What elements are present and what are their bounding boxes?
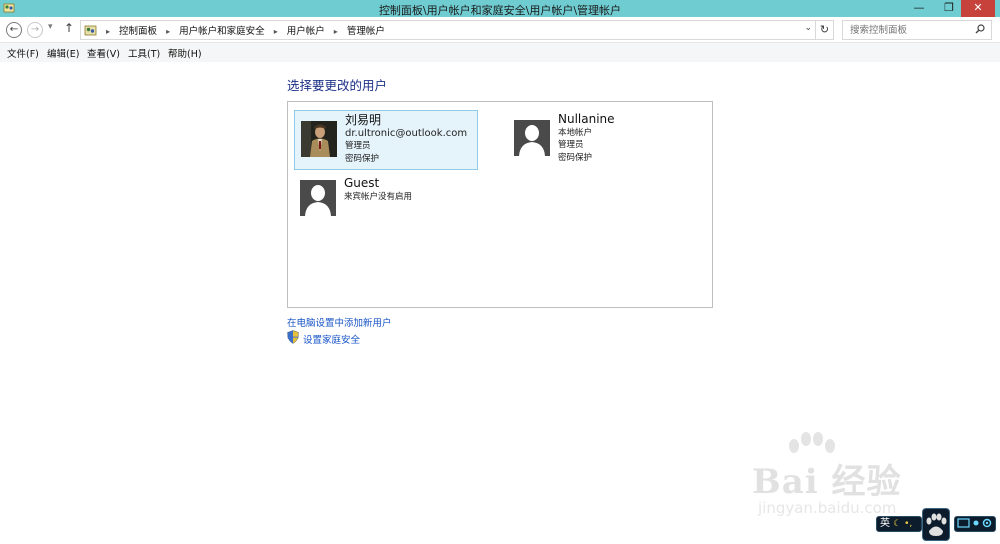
menu-view[interactable]: 查看(V) bbox=[87, 46, 120, 60]
account-status: 来宾帐户没有启用 bbox=[344, 191, 413, 202]
breadcrumb-separator[interactable]: ▸ bbox=[166, 27, 170, 36]
menu-bar: 文件(F) 编辑(E) 查看(V) 工具(T) 帮助(H) bbox=[0, 43, 1000, 62]
address-field[interactable]: ▸ 控制面板 ▸ 用户帐户和家庭安全 ▸ 用户帐户 ▸ 管理帐户 ⌄ bbox=[80, 20, 816, 40]
ime-logo[interactable] bbox=[922, 508, 950, 541]
account-email: dr.ultronic@outlook.com bbox=[345, 127, 468, 139]
menu-edit[interactable]: 编辑(E) bbox=[47, 46, 79, 60]
breadcrumb-separator: ▸ bbox=[106, 27, 111, 36]
control-panel-icon bbox=[84, 25, 97, 36]
breadcrumb-separator[interactable]: ▸ bbox=[274, 27, 278, 36]
breadcrumb-separator[interactable]: ▸ bbox=[334, 27, 338, 36]
uac-shield-icon bbox=[287, 330, 299, 344]
menu-help[interactable]: 帮助(H) bbox=[168, 46, 202, 60]
account-tile-guest[interactable]: Guest 来宾帐户没有启用 bbox=[294, 174, 478, 234]
default-user-icon bbox=[514, 120, 550, 156]
search-box[interactable] bbox=[842, 20, 992, 40]
menu-file[interactable]: 文件(F) bbox=[7, 46, 39, 60]
account-photo bbox=[300, 180, 336, 216]
address-dropdown-button[interactable]: ⌄ bbox=[804, 23, 812, 33]
account-name: 刘易明 bbox=[345, 113, 382, 127]
window-title: 控制面板\用户帐户和家庭安全\用户帐户\管理帐户 bbox=[378, 4, 622, 17]
breadcrumb-item[interactable]: 用户帐户 bbox=[287, 26, 325, 37]
account-role: 管理员 bbox=[345, 141, 371, 151]
page-heading: 选择要更改的用户 bbox=[287, 78, 388, 93]
main-content: 选择要更改的用户 刘易明 dr.ultronic@outlook.com 管理员 bbox=[0, 62, 1000, 543]
breadcrumb-item[interactable]: 管理帐户 bbox=[347, 26, 385, 37]
title-bar: 控制面板\用户帐户和家庭安全\用户帐户\管理帐户 — ❐ ✕ bbox=[0, 0, 1000, 17]
account-name: Guest bbox=[344, 176, 380, 190]
accounts-panel: 刘易明 dr.ultronic@outlook.com 管理员 密码保护 Nul… bbox=[287, 101, 713, 308]
search-input[interactable] bbox=[843, 21, 973, 39]
navigation-bar: ← → ▾ ↑ ▸ 控制面板 ▸ 用户帐户和家庭安全 ▸ 用户帐户 ▸ 管理帐户… bbox=[0, 17, 1000, 43]
account-tile-nullanine[interactable]: Nullanine 本地帐户 管理员 密码保护 bbox=[508, 110, 692, 170]
account-type: 本地帐户 bbox=[558, 127, 593, 138]
account-name: Nullanine bbox=[558, 112, 615, 126]
ime-tray: 英 ☾ •, bbox=[876, 508, 1000, 543]
watermark-title: Bai 经验 bbox=[752, 462, 902, 502]
back-button[interactable]: ← bbox=[6, 22, 22, 38]
ime-status[interactable]: 英 ☾ •, bbox=[876, 516, 922, 532]
account-info: 刘易明 dr.ultronic@outlook.com 管理员 密码保护 bbox=[345, 114, 467, 165]
account-info: Nullanine 本地帐户 管理员 密码保护 bbox=[558, 113, 615, 164]
breadcrumb-item[interactable]: 控制面板 bbox=[119, 26, 157, 37]
forward-button[interactable]: → bbox=[27, 22, 43, 38]
add-user-link[interactable]: 在电脑设置中添加新用户 bbox=[287, 315, 392, 329]
account-info: Guest 来宾帐户没有启用 bbox=[344, 177, 412, 203]
keyboard-settings-icon bbox=[957, 518, 992, 528]
breadcrumb: ▸ 控制面板 ▸ 用户帐户和家庭安全 ▸ 用户帐户 ▸ 管理帐户 bbox=[100, 23, 385, 37]
user-photo-icon bbox=[301, 121, 337, 157]
ime-tools[interactable] bbox=[954, 516, 996, 532]
ime-mode-icons: ☾ •, bbox=[893, 519, 913, 529]
ime-language: 英 bbox=[880, 518, 890, 529]
account-tile-liuyiming[interactable]: 刘易明 dr.ultronic@outlook.com 管理员 密码保护 bbox=[294, 110, 478, 170]
account-password-status: 密码保护 bbox=[345, 153, 380, 164]
minimize-button[interactable]: — bbox=[908, 0, 930, 17]
account-photo bbox=[514, 120, 550, 156]
account-password-status: 密码保护 bbox=[558, 152, 593, 163]
default-user-icon bbox=[300, 180, 336, 216]
paw-icon bbox=[926, 513, 947, 536]
recent-locations-dropdown[interactable]: ▾ bbox=[48, 22, 53, 32]
menu-tools[interactable]: 工具(T) bbox=[128, 46, 160, 60]
close-button[interactable]: ✕ bbox=[961, 0, 995, 17]
up-button[interactable]: ↑ bbox=[64, 21, 74, 35]
restore-button[interactable]: ❐ bbox=[938, 0, 960, 17]
account-role: 管理员 bbox=[558, 140, 584, 150]
breadcrumb-item[interactable]: 用户帐户和家庭安全 bbox=[179, 26, 265, 37]
account-photo bbox=[301, 121, 337, 157]
refresh-button[interactable]: ↻ bbox=[816, 20, 834, 40]
search-icon[interactable] bbox=[975, 24, 985, 34]
family-safety-link[interactable]: 设置家庭安全 bbox=[303, 332, 360, 346]
